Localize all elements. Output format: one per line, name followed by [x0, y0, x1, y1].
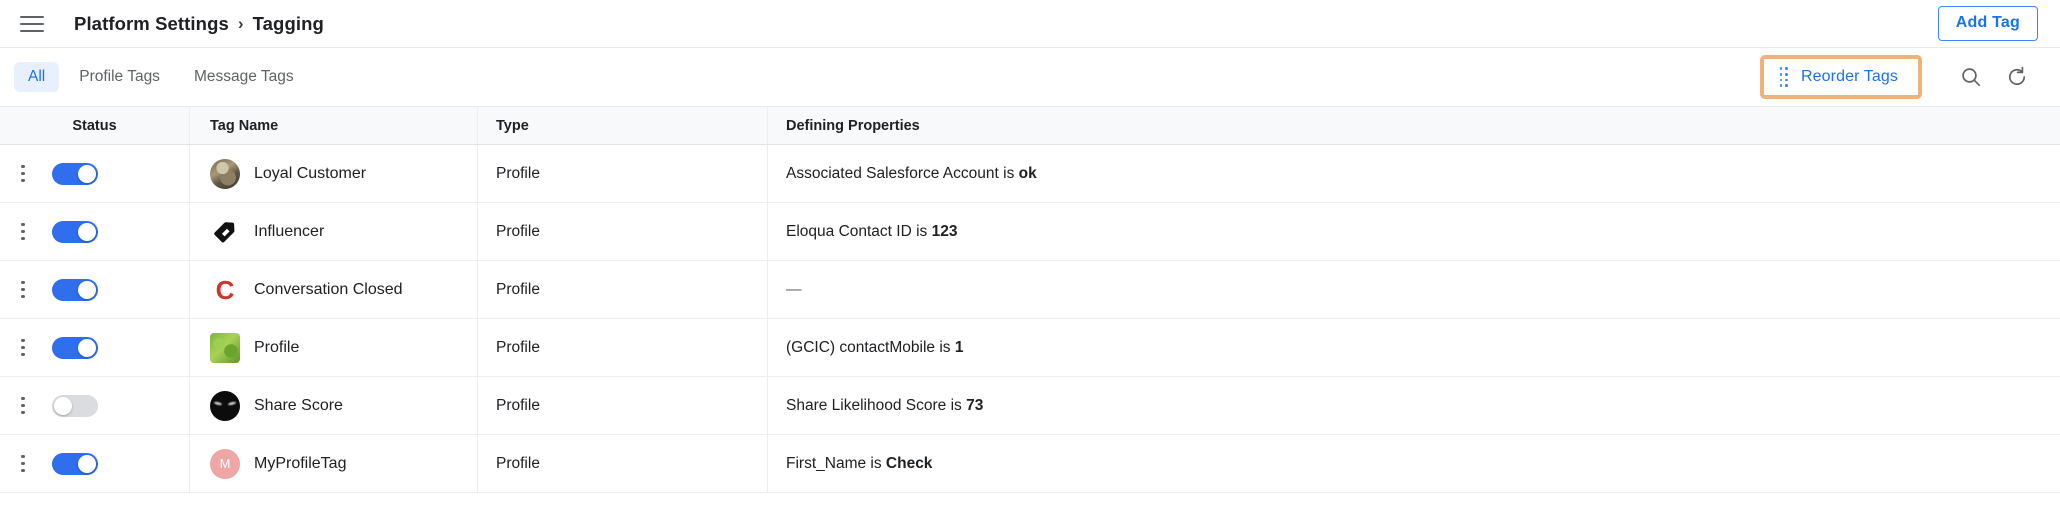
table-row[interactable]: Share Score Profile Share Likelihood Sco…	[0, 377, 2060, 435]
hamburger-line	[20, 15, 44, 18]
row-type-cell: Profile	[478, 145, 768, 202]
action-bar: All Profile Tags Message Tags Reorder Ta…	[0, 48, 2060, 106]
drag-handle-icon	[1779, 67, 1789, 87]
column-header-defining-properties: Defining Properties	[786, 117, 920, 134]
property-value: Check	[885, 454, 933, 472]
property-text: Eloqua Contact ID is	[786, 222, 932, 240]
row-properties-cell: First_Name is Check	[768, 435, 2060, 492]
row-name-cell: Profile	[190, 319, 478, 376]
table-row[interactable]: C Conversation Closed Profile —	[0, 261, 2060, 319]
tag-name-label: Conversation Closed	[254, 280, 403, 298]
row-menu-icon[interactable]	[8, 397, 38, 414]
action-bar-right: Reorder Tags	[1759, 54, 2040, 100]
row-properties-cell: Associated Salesforce Account is ok	[768, 145, 2060, 202]
row-status-cell	[0, 145, 190, 202]
tag-name-label: Influencer	[254, 222, 325, 240]
row-properties-cell: Eloqua Contact ID is 123	[768, 203, 2060, 260]
chevron-right-icon: ›	[237, 13, 244, 33]
table-row[interactable]: M MyProfileTag Profile First_Name is Che…	[0, 435, 2060, 493]
tags-table: Status Tag Name Type Defining Properties…	[0, 106, 2060, 493]
row-menu-icon[interactable]	[8, 455, 38, 472]
row-menu-icon[interactable]	[8, 281, 38, 298]
column-header-tag-name: Tag Name	[190, 107, 478, 144]
letter-c-icon: C	[215, 274, 235, 305]
row-menu-icon[interactable]	[8, 339, 38, 356]
avatar-initial-icon: M	[210, 448, 240, 479]
row-menu-icon[interactable]	[8, 165, 38, 182]
tab-all[interactable]: All	[14, 62, 60, 92]
row-name-cell: C Conversation Closed	[190, 261, 478, 318]
reorder-tags-label: Reorder Tags	[1801, 68, 1898, 85]
table-header-row: Status Tag Name Type Defining Properties	[0, 107, 2060, 145]
add-tag-button[interactable]: Add Tag	[1937, 6, 2038, 41]
reorder-tags-highlight: Reorder Tags	[1759, 55, 1922, 99]
property-text: First_Name is	[786, 454, 886, 472]
row-status-cell	[0, 261, 190, 318]
top-bar: Platform Settings › Tagging Add Tag	[0, 0, 2060, 48]
breadcrumb: Platform Settings › Tagging	[74, 13, 324, 35]
tag-name-label: MyProfileTag	[254, 454, 347, 472]
property-value: 1	[954, 338, 964, 356]
reorder-tags-button[interactable]: Reorder Tags	[1770, 62, 1912, 91]
property-text: Associated Salesforce Account is	[786, 164, 1019, 182]
tag-name-label: Share Score	[254, 396, 343, 414]
property-text: —	[786, 280, 802, 298]
status-toggle[interactable]	[52, 278, 98, 301]
search-icon[interactable]	[1948, 54, 1994, 100]
status-toggle[interactable]	[52, 452, 98, 475]
refresh-icon[interactable]	[1994, 54, 2040, 100]
row-name-cell: M MyProfileTag	[190, 435, 478, 492]
property-text: (GCIC) contactMobile is	[786, 338, 955, 356]
property-text: Share Likelihood Score is	[786, 396, 967, 414]
avatar-black-icon	[210, 390, 240, 421]
avatar-green-icon	[210, 332, 240, 363]
tab-profile-tags[interactable]: Profile Tags	[65, 62, 174, 92]
tag-name-label: Profile	[254, 338, 300, 356]
row-type-cell: Profile	[478, 377, 768, 434]
column-header-status: Status	[0, 107, 190, 144]
breadcrumb-parent[interactable]: Platform Settings	[74, 13, 229, 35]
row-status-cell	[0, 319, 190, 376]
row-name-cell: Share Score	[190, 377, 478, 434]
table-row[interactable]: Profile Profile (GCIC) contactMobile is …	[0, 319, 2060, 377]
row-properties-cell: Share Likelihood Score is 73	[768, 377, 2060, 434]
status-toggle[interactable]	[52, 220, 98, 243]
row-name-cell: Influencer	[190, 203, 478, 260]
hamburger-line	[20, 29, 44, 32]
status-toggle[interactable]	[52, 394, 98, 417]
table-row[interactable]: Loyal Customer Profile Associated Salesf…	[0, 145, 2060, 203]
row-properties-cell: (GCIC) contactMobile is 1	[768, 319, 2060, 376]
hamburger-menu-icon[interactable]	[20, 11, 46, 37]
row-name-cell: Loyal Customer	[190, 145, 478, 202]
row-status-cell	[0, 435, 190, 492]
table-row[interactable]: Influencer Profile Eloqua Contact ID is …	[0, 203, 2060, 261]
top-bar-actions: Add Tag	[1937, 6, 2038, 41]
column-header-type: Type	[478, 107, 768, 144]
status-toggle[interactable]	[52, 162, 98, 185]
status-toggle[interactable]	[52, 336, 98, 359]
row-status-cell	[0, 203, 190, 260]
breadcrumb-current: Tagging	[252, 12, 324, 34]
row-menu-icon[interactable]	[8, 223, 38, 240]
property-value: 73	[966, 396, 984, 414]
row-status-cell	[0, 377, 190, 434]
row-type-cell: Profile	[478, 203, 768, 260]
row-type-cell: Profile	[478, 261, 768, 318]
tag-label-icon	[210, 217, 240, 247]
tab-list: All Profile Tags Message Tags	[14, 62, 308, 92]
property-value: ok	[1018, 164, 1037, 182]
hamburger-line	[20, 22, 44, 25]
row-type-cell: Profile	[478, 435, 768, 492]
row-type-cell: Profile	[478, 319, 768, 376]
property-value: 123	[931, 222, 958, 240]
tab-message-tags[interactable]: Message Tags	[180, 62, 308, 92]
tag-name-label: Loyal Customer	[254, 164, 367, 182]
row-properties-cell: —	[768, 261, 2060, 318]
avatar-photo-icon	[210, 158, 240, 189]
